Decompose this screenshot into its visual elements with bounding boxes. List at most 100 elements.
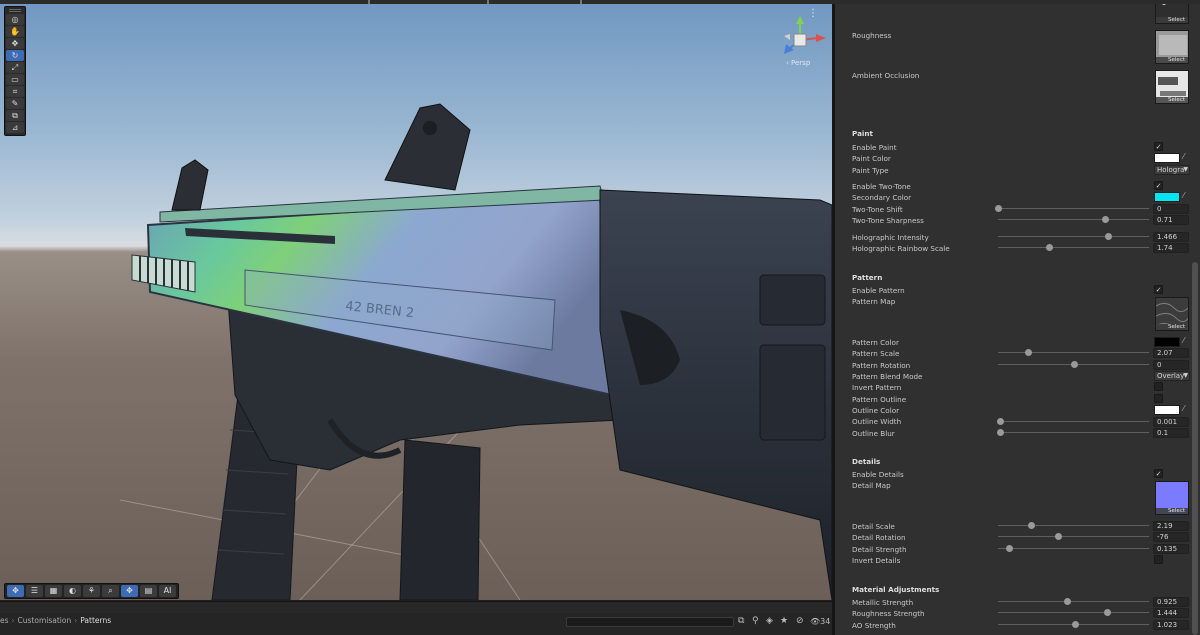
- metallic-strength-label: Metallic Strength: [852, 598, 914, 607]
- pattern-rotation-slider[interactable]: [998, 361, 1149, 369]
- transform-tool-icon[interactable]: ⌗: [6, 86, 24, 97]
- move-overlay-icon[interactable]: ✥: [7, 585, 24, 597]
- detail-strength-slider[interactable]: [998, 545, 1149, 553]
- holographic-rainbow-input[interactable]: 1.74: [1153, 243, 1189, 253]
- eyedropper-icon[interactable]: ⁄: [1183, 152, 1184, 161]
- hand-tool-icon[interactable]: ✋: [6, 26, 24, 37]
- inspector-scrollbar[interactable]: [1192, 262, 1198, 635]
- ao-strength-slider[interactable]: [998, 621, 1149, 629]
- toolbar-grip[interactable]: [9, 9, 21, 12]
- breadcrumb-current[interactable]: Patterns: [80, 616, 111, 625]
- favorite-icon[interactable]: ★: [780, 616, 788, 626]
- pattern-section-header: Pattern: [852, 273, 883, 282]
- breadcrumb-item[interactable]: es: [0, 616, 9, 625]
- holographic-intensity-input[interactable]: 1.466: [1153, 232, 1189, 242]
- outline-width-slider[interactable]: [996, 418, 1149, 426]
- hidden-toggle-icon[interactable]: ⊘: [796, 616, 804, 626]
- pattern-scale-input[interactable]: 2.07: [1153, 348, 1189, 358]
- tag-icon[interactable]: ◈: [766, 616, 773, 626]
- two-tone-shift-slider[interactable]: [995, 205, 1149, 213]
- pattern-map-label: Pattern Map: [852, 297, 896, 306]
- detail-scale-slider[interactable]: [998, 522, 1149, 530]
- paint-color-swatch[interactable]: [1154, 153, 1180, 163]
- orientation-gizmo[interactable]: [780, 14, 830, 62]
- enable-paint-checkbox[interactable]: ✓: [1154, 142, 1163, 151]
- metallic-strength-slider[interactable]: [998, 598, 1149, 606]
- breadcrumb-separator: ›: [74, 616, 78, 625]
- pattern-rotation-input[interactable]: 0: [1153, 360, 1189, 370]
- custom-tool-icon[interactable]: ✎: [6, 98, 24, 109]
- secondary-color-swatch[interactable]: [1154, 192, 1180, 202]
- two-tone-sharpness-input[interactable]: 0.71: [1153, 215, 1189, 225]
- outline-color-label: Outline Color: [852, 406, 900, 415]
- ai-overlay-button[interactable]: AI: [159, 585, 176, 597]
- gizmos-overlay-icon[interactable]: ⚘: [83, 585, 100, 597]
- ao-strength-input[interactable]: 1.023: [1153, 620, 1189, 630]
- rotate-tool-icon[interactable]: ↻: [6, 50, 24, 61]
- outline-blur-input[interactable]: 0.1: [1153, 428, 1189, 438]
- pattern-scale-slider[interactable]: [998, 349, 1149, 357]
- two-tone-shift-label: Two-Tone Shift: [852, 205, 903, 214]
- scale-tool-icon[interactable]: ⤢: [6, 62, 24, 73]
- search-input[interactable]: [566, 617, 734, 627]
- outline-blur-slider[interactable]: [996, 429, 1149, 437]
- pattern-color-swatch[interactable]: [1154, 337, 1180, 347]
- detail-strength-input[interactable]: 0.135: [1153, 544, 1189, 554]
- pattern-map-slot[interactable]: Select: [1155, 297, 1189, 331]
- outline-color-swatch[interactable]: [1154, 405, 1180, 415]
- detail-scale-input[interactable]: 2.19: [1153, 521, 1189, 531]
- detail-scale-label: Detail Scale: [852, 522, 895, 531]
- pattern-outline-checkbox[interactable]: [1154, 394, 1163, 403]
- two-tone-shift-input[interactable]: 0: [1153, 204, 1189, 214]
- visible-count: 34: [820, 617, 831, 626]
- detail-rotation-slider[interactable]: [998, 533, 1149, 541]
- layers-icon[interactable]: ⧉: [738, 616, 744, 626]
- search-overlay-icon[interactable]: ⌕: [102, 585, 119, 597]
- pattern-blend-dropdown[interactable]: Overlay ▼: [1154, 371, 1190, 381]
- grid-overlay-icon[interactable]: ▦: [45, 585, 62, 597]
- detail-map-slot[interactable]: Select: [1155, 481, 1189, 515]
- invert-details-checkbox[interactable]: [1154, 555, 1163, 564]
- eyedropper-icon[interactable]: ⁄: [1183, 191, 1184, 200]
- metallic-strength-input[interactable]: 0.925: [1153, 597, 1189, 607]
- breadcrumb-item[interactable]: Customisation: [18, 616, 72, 625]
- rect-tool-icon[interactable]: ▭: [6, 74, 24, 85]
- move-tool-icon[interactable]: ✥: [6, 38, 24, 49]
- view-tool-icon[interactable]: ◎: [6, 14, 24, 25]
- gizmo-tool-icon[interactable]: ⊿: [6, 122, 24, 133]
- scene-options-icon[interactable]: ⋮: [808, 8, 818, 19]
- shading-overlay-icon[interactable]: ◐: [64, 585, 81, 597]
- eyedropper-icon[interactable]: ⁄: [1183, 404, 1184, 413]
- enable-details-checkbox[interactable]: ✓: [1154, 469, 1163, 478]
- detail-rotation-input[interactable]: -76: [1153, 532, 1189, 542]
- layout-overlay-icon[interactable]: ☰: [26, 585, 43, 597]
- enable-pattern-checkbox[interactable]: ✓: [1154, 285, 1163, 294]
- perspective-toggle[interactable]: ‹ Persp: [786, 59, 810, 67]
- two-tone-sharpness-label: Two-Tone Sharpness: [852, 216, 924, 225]
- texture-slot-roughness[interactable]: Select: [1155, 30, 1189, 64]
- project-toolbar-strip: [0, 601, 832, 613]
- roughness-strength-input[interactable]: 1.444: [1153, 608, 1189, 618]
- texture-slot-ao[interactable]: Select: [1155, 70, 1189, 104]
- roughness-strength-slider[interactable]: [998, 609, 1149, 617]
- paint-color-label: Paint Color: [852, 154, 891, 163]
- select-label: Select: [1156, 17, 1188, 23]
- eyedropper-icon[interactable]: ⁄: [1183, 336, 1184, 345]
- outline-width-input[interactable]: 0.001: [1153, 417, 1189, 427]
- transform-overlay-icon[interactable]: ✥: [121, 585, 138, 597]
- paint-type-dropdown[interactable]: Hologra ▼: [1154, 165, 1190, 175]
- enable-two-tone-checkbox[interactable]: ✓: [1154, 181, 1163, 190]
- pivot-tool-icon[interactable]: ⧉: [6, 110, 24, 121]
- two-tone-sharpness-slider[interactable]: [998, 216, 1149, 224]
- scene-tools-panel: ◎ ✋ ✥ ↻ ⤢ ▭ ⌗ ✎ ⧉ ⊿: [4, 6, 26, 136]
- pattern-blend-value: Overlay: [1157, 372, 1185, 380]
- chevron-down-icon: ▼: [1183, 372, 1188, 379]
- scene-view[interactable]: 42 BREN 2 ◎ ✋ ✥ ↻ ⤢ ▭ ⌗ ✎ ⧉ ⊿ ⋮ ‹ Persp …: [0, 0, 832, 600]
- holographic-intensity-slider[interactable]: [998, 233, 1149, 241]
- breadcrumb: es › Customisation › Patterns: [0, 616, 111, 625]
- camera-overlay-icon[interactable]: ▤: [140, 585, 157, 597]
- filter-icon[interactable]: ⚲: [752, 616, 759, 626]
- holographic-rainbow-slider[interactable]: [998, 244, 1149, 252]
- select-label: Select: [1156, 324, 1188, 330]
- invert-pattern-checkbox[interactable]: [1154, 382, 1163, 391]
